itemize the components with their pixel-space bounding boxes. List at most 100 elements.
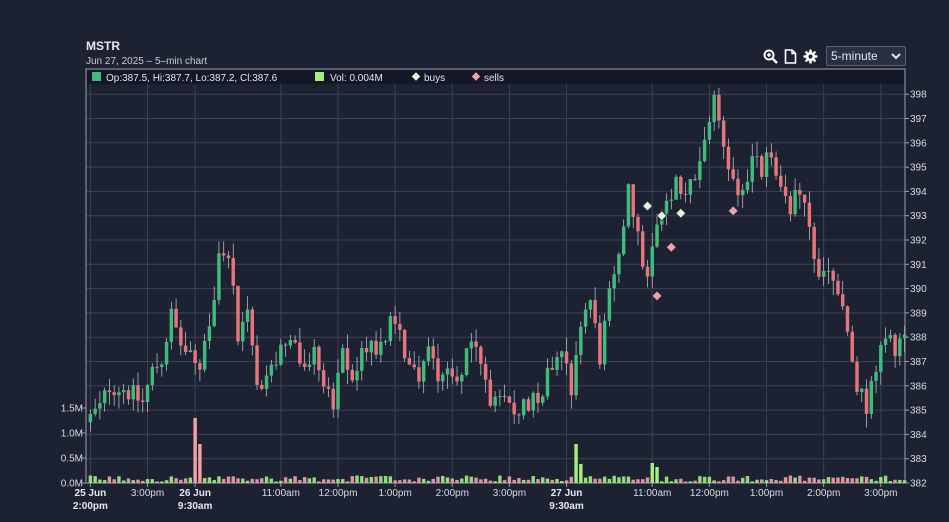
volume-bar: [688, 481, 693, 483]
candle-body: [102, 390, 107, 404]
volume-bar: [579, 464, 583, 483]
y-tick-label: 398: [910, 90, 927, 101]
volume-bar: [193, 418, 197, 483]
volume-bar: [774, 479, 778, 483]
volume-bar: [779, 480, 783, 483]
volume-bar: [650, 463, 654, 483]
candle-body: [741, 189, 745, 196]
x-tick-label: 2:00pm: [807, 488, 840, 499]
candle-body: [664, 200, 669, 214]
volume-bar: [436, 476, 440, 483]
candle-body: [631, 184, 635, 217]
candle-body: [564, 351, 569, 364]
volume-bar: [264, 476, 269, 483]
volume-bar: [536, 479, 540, 483]
volume-bar: [769, 478, 774, 483]
volume-bar: [279, 480, 283, 483]
candle-body: [798, 190, 802, 195]
sell-marker: [651, 290, 663, 302]
x-tick-label: 11:00am: [262, 488, 300, 499]
candle-body: [450, 368, 454, 377]
volume-bar: [460, 478, 464, 483]
candle-body: [826, 270, 831, 272]
volume-bar: [388, 476, 393, 483]
candle-body: [812, 226, 816, 259]
volume-bar: [564, 480, 569, 483]
volume-bar: [212, 480, 216, 483]
candle-body: [855, 361, 859, 393]
candle-body: [393, 316, 397, 324]
candle-body: [726, 146, 731, 170]
candle-body: [407, 358, 412, 365]
x-tick-label: 3:00pm: [864, 488, 897, 499]
candle-body: [641, 231, 645, 267]
candle-body: [174, 308, 178, 328]
candle-body: [869, 380, 874, 414]
candle-body: [731, 169, 735, 179]
volume-bar: [331, 479, 335, 483]
volume-bar: [102, 480, 107, 483]
candle-body: [860, 388, 864, 393]
volume-bar: [126, 478, 131, 483]
candle-body: [179, 327, 183, 346]
candle-body: [321, 370, 326, 387]
volume-bar: [712, 480, 716, 483]
candlestick-chart: Op:387.5, Hi:387.7, Lo:387.2, Cl:387.6 V…: [61, 68, 927, 512]
x-tick-label: 3:00pm: [493, 488, 526, 499]
volume-bar: [598, 478, 602, 483]
volume-bar: [241, 478, 245, 483]
volume-bar: [888, 480, 893, 483]
volume-bar: [374, 476, 378, 483]
candle-body: [702, 139, 707, 162]
y-tick-label: 395: [910, 163, 927, 174]
candle-body: [193, 350, 197, 364]
candle-body: [160, 364, 164, 367]
candle-body: [645, 266, 650, 277]
volume-bar: [736, 480, 740, 483]
volume-bar: [379, 476, 383, 483]
volume-bar: [621, 476, 626, 483]
candle-body: [274, 364, 278, 366]
volume-bar: [431, 478, 435, 483]
candle-body: [298, 342, 302, 364]
y-tick-label: 388: [910, 333, 927, 344]
candle-body: [588, 299, 593, 310]
volume-bar: [93, 476, 97, 483]
volume-bar: [721, 480, 726, 483]
volume-bar: [898, 479, 902, 483]
volume-bar: [326, 479, 331, 483]
candle-body: [445, 368, 450, 375]
candle-body: [117, 392, 121, 396]
candle-body: [883, 338, 888, 345]
volume-bar: [317, 481, 321, 483]
candle-body: [141, 400, 145, 403]
y-tick-label: 392: [910, 236, 927, 247]
volume-bar: [679, 478, 683, 483]
candle-body: [317, 346, 321, 371]
candle-body: [693, 179, 697, 181]
volume-bar: [602, 476, 607, 483]
candle-body: [802, 194, 807, 203]
candle-body: [241, 321, 245, 342]
volume-bar: [383, 476, 388, 483]
x-tick-label: 1:00pm: [750, 488, 783, 499]
sell-marker: [727, 205, 739, 217]
candle-body: [760, 156, 764, 177]
candle-body: [217, 253, 221, 301]
candle-body: [679, 176, 683, 194]
candle-body: [331, 388, 335, 410]
candles: [88, 87, 907, 432]
volume-bar: [783, 477, 788, 483]
candle-body: [517, 414, 521, 416]
volume-bar: [293, 476, 297, 483]
candle-body: [669, 199, 674, 201]
candle-body: [755, 156, 759, 158]
plot-frame: [85, 68, 906, 484]
volume-bar: [755, 479, 759, 483]
volume-bar: [426, 480, 431, 483]
volume-bar: [441, 475, 445, 483]
volume-bar: [745, 476, 750, 483]
candle-body: [288, 340, 293, 346]
volume-bar: [145, 479, 150, 483]
candle-body: [479, 346, 483, 364]
